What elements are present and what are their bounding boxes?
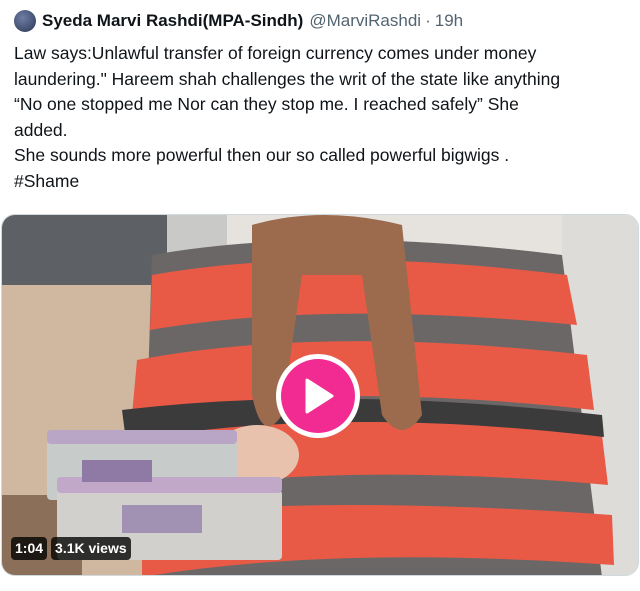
author-name[interactable]: Syeda Marvi Rashdi(MPA-Sindh) xyxy=(42,11,303,31)
separator-dot: · xyxy=(425,11,431,30)
play-icon xyxy=(305,378,334,414)
avatar[interactable] xyxy=(14,10,36,32)
video-views: 3.1K views xyxy=(51,537,131,560)
tweet-card: Syeda Marvi Rashdi(MPA-Sindh) @MarviRash… xyxy=(0,0,640,591)
play-button[interactable] xyxy=(276,354,360,438)
video-duration: 1:04 xyxy=(11,537,48,560)
video-badges: 1:04 3.1K views xyxy=(11,537,131,560)
tweet-text-line: “No one stopped me Nor can they stop me.… xyxy=(14,94,519,114)
tweet-text-line: Law says:Unlawful transfer of foreign cu… xyxy=(14,43,537,63)
author-handle[interactable]: @MarviRashdi xyxy=(309,11,421,31)
tweet-text-line: added. xyxy=(14,119,68,140)
hashtag-shame[interactable]: #Shame xyxy=(14,169,626,195)
tweet-time[interactable]: 19h xyxy=(435,11,463,31)
tweet-text-line: laundering." Hareem shah challenges the … xyxy=(14,68,561,89)
play-circle xyxy=(281,359,355,433)
tweet-text: Law says:Unlawful transfer of foreign cu… xyxy=(14,41,626,194)
tweet-header: Syeda Marvi Rashdi(MPA-Sindh) @MarviRash… xyxy=(14,10,463,32)
tweet-text-line: She sounds more powerful then our so cal… xyxy=(14,145,510,165)
